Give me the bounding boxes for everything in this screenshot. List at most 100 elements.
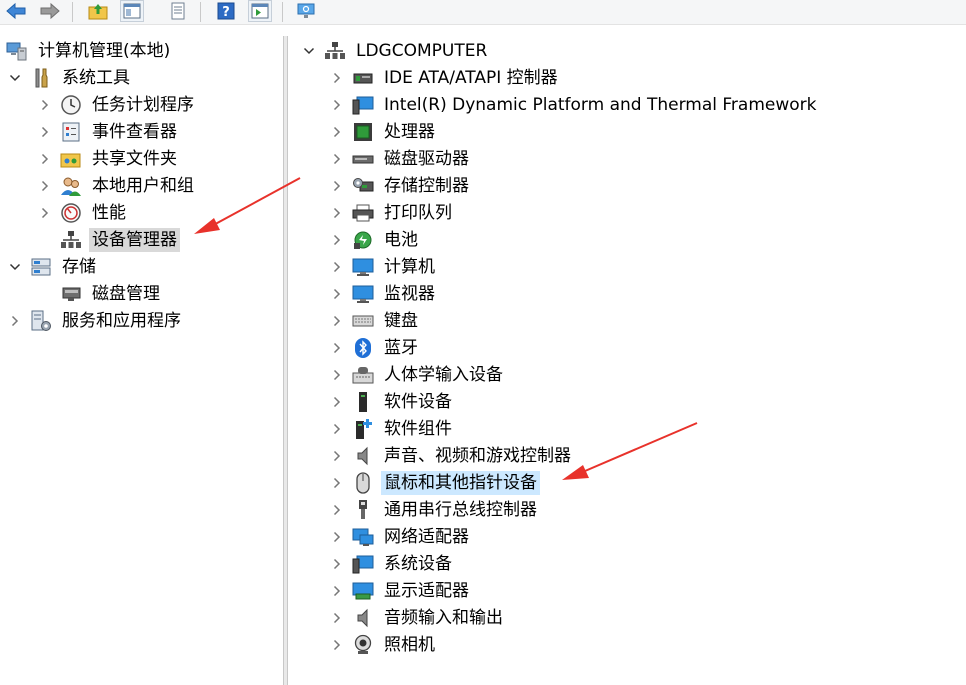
tree-item-label: 系统工具	[62, 68, 130, 88]
device-category-processor[interactable]: 处理器	[330, 119, 438, 145]
ide-controller-icon	[352, 67, 374, 89]
chevron-right-icon[interactable]	[330, 497, 344, 523]
tree-item-shared-folders[interactable]: 共享文件夹	[38, 146, 180, 172]
device-category-cameras[interactable]: 照相机	[330, 632, 438, 658]
chevron-right-icon[interactable]	[330, 308, 344, 334]
chevron-right-icon[interactable]	[330, 389, 344, 415]
chevron-right-icon[interactable]	[330, 119, 344, 145]
toolbar-separator	[200, 2, 201, 22]
up-folder-button[interactable]	[86, 0, 110, 22]
chevron-right-icon[interactable]	[8, 308, 22, 334]
chevron-right-icon[interactable]	[330, 578, 344, 604]
system-device-icon	[352, 553, 374, 575]
event-viewer-icon	[60, 121, 82, 143]
tree-item-performance[interactable]: 性能	[38, 200, 129, 226]
disk-management-icon	[60, 283, 82, 305]
chevron-right-icon[interactable]	[330, 551, 344, 577]
device-category-monitors[interactable]: 监视器	[330, 281, 438, 307]
chevron-right-icon[interactable]	[330, 65, 344, 91]
chevron-right-icon[interactable]	[330, 173, 344, 199]
device-root-label: LDGCOMPUTER	[356, 41, 488, 61]
device-category-system-devices[interactable]: 系统设备	[330, 551, 455, 577]
device-category-hid[interactable]: 人体学输入设备	[330, 362, 506, 388]
monitor-icon	[352, 283, 374, 305]
device-category-label: 软件组件	[384, 419, 452, 439]
device-category-network-adapters[interactable]: 网络适配器	[330, 524, 472, 550]
chevron-right-icon[interactable]	[330, 524, 344, 550]
device-manager-icon	[324, 40, 346, 62]
mouse-icon	[352, 472, 374, 494]
chevron-right-icon[interactable]	[330, 281, 344, 307]
properties-button[interactable]	[166, 0, 190, 22]
arrow-left-icon	[6, 2, 26, 20]
chevron-right-icon[interactable]	[38, 119, 52, 145]
chevron-down-icon[interactable]	[8, 254, 22, 280]
device-category-keyboards[interactable]: 键盘	[330, 308, 421, 334]
device-root-computer[interactable]: LDGCOMPUTER	[302, 38, 490, 64]
help-button[interactable]: ?	[214, 0, 238, 22]
device-category-bluetooth[interactable]: 蓝牙	[330, 335, 421, 361]
tree-item-system-tools[interactable]: 系统工具	[8, 65, 133, 91]
chevron-right-icon[interactable]	[330, 200, 344, 226]
tree-item-services-applications[interactable]: 服务和应用程序	[8, 308, 184, 334]
tree-item-storage[interactable]: 存储	[8, 254, 99, 280]
device-category-label: 打印队列	[384, 203, 452, 223]
tree-item-disk-management[interactable]: 磁盘管理	[60, 281, 163, 307]
chevron-right-icon[interactable]	[330, 362, 344, 388]
tree-item-task-scheduler[interactable]: 任务计划程序	[38, 92, 197, 118]
chevron-right-icon[interactable]	[330, 632, 344, 658]
chevron-right-icon[interactable]	[330, 605, 344, 631]
device-category-label: 通用串行总线控制器	[384, 500, 537, 520]
tree-root-computer-management[interactable]: 计算机管理(本地)	[6, 38, 173, 64]
tree-item-local-users-groups[interactable]: 本地用户和组	[38, 173, 197, 199]
chevron-right-icon[interactable]	[330, 254, 344, 280]
forward-button[interactable]	[38, 0, 62, 22]
device-category-sound-video-game[interactable]: 声音、视频和游戏控制器	[330, 443, 574, 469]
device-category-storage-controllers[interactable]: 存储控制器	[330, 173, 472, 199]
chevron-down-icon[interactable]	[302, 38, 316, 64]
device-category-usb-controllers[interactable]: 通用串行总线控制器	[330, 497, 540, 523]
device-category-audio-io[interactable]: 音频输入和输出	[330, 605, 506, 631]
chevron-right-icon[interactable]	[330, 227, 344, 253]
chevron-right-icon[interactable]	[330, 443, 344, 469]
tree-item-device-manager[interactable]: 设备管理器	[60, 227, 180, 253]
chevron-right-icon[interactable]	[330, 335, 344, 361]
tree-item-event-viewer[interactable]: 事件查看器	[38, 119, 180, 145]
keyboard-icon	[352, 310, 374, 332]
arrow-right-icon	[40, 2, 60, 20]
action-pane-button[interactable]	[248, 0, 272, 22]
device-category-batteries[interactable]: 电池	[330, 227, 421, 253]
chevron-right-icon[interactable]	[330, 470, 344, 496]
chevron-down-icon[interactable]	[8, 65, 22, 91]
chevron-right-icon[interactable]	[38, 92, 52, 118]
device-category-software-devices[interactable]: 软件设备	[330, 389, 455, 415]
webcam-icon	[352, 634, 374, 656]
chevron-right-icon[interactable]	[38, 173, 52, 199]
device-category-software-components[interactable]: 软件组件	[330, 416, 455, 442]
chevron-right-icon[interactable]	[330, 416, 344, 442]
show-hide-tree-button[interactable]	[120, 0, 144, 22]
chevron-right-icon[interactable]	[38, 200, 52, 226]
device-category-ide-ata[interactable]: IDE ATA/ATAPI 控制器	[330, 65, 561, 91]
tools-icon	[30, 67, 52, 89]
device-category-computer[interactable]: 计算机	[330, 254, 438, 280]
speaker-icon	[352, 607, 374, 629]
device-category-intel-dptf[interactable]: Intel(R) Dynamic Platform and Thermal Fr…	[330, 92, 820, 118]
computer-monitor-icon	[352, 256, 374, 278]
device-category-mice-pointing[interactable]: 鼠标和其他指针设备	[330, 470, 540, 496]
monitor-scan-icon	[297, 3, 315, 18]
tree-root-label: 计算机管理(本地)	[38, 41, 171, 61]
device-category-label: 系统设备	[384, 554, 452, 574]
device-category-display-adapters[interactable]: 显示适配器	[330, 578, 472, 604]
back-button[interactable]	[4, 0, 28, 22]
tree-item-label: 设备管理器	[89, 228, 180, 252]
device-category-disk-drives[interactable]: 磁盘驱动器	[330, 146, 472, 172]
svg-text:?: ?	[222, 5, 230, 20]
chevron-right-icon[interactable]	[38, 146, 52, 172]
device-category-print-queues[interactable]: 打印队列	[330, 200, 455, 226]
chevron-right-icon[interactable]	[330, 92, 344, 118]
chevron-right-icon[interactable]	[330, 146, 344, 172]
scan-hardware-button[interactable]	[294, 0, 318, 22]
device-category-label: 处理器	[384, 122, 435, 142]
printer-icon	[352, 202, 374, 224]
